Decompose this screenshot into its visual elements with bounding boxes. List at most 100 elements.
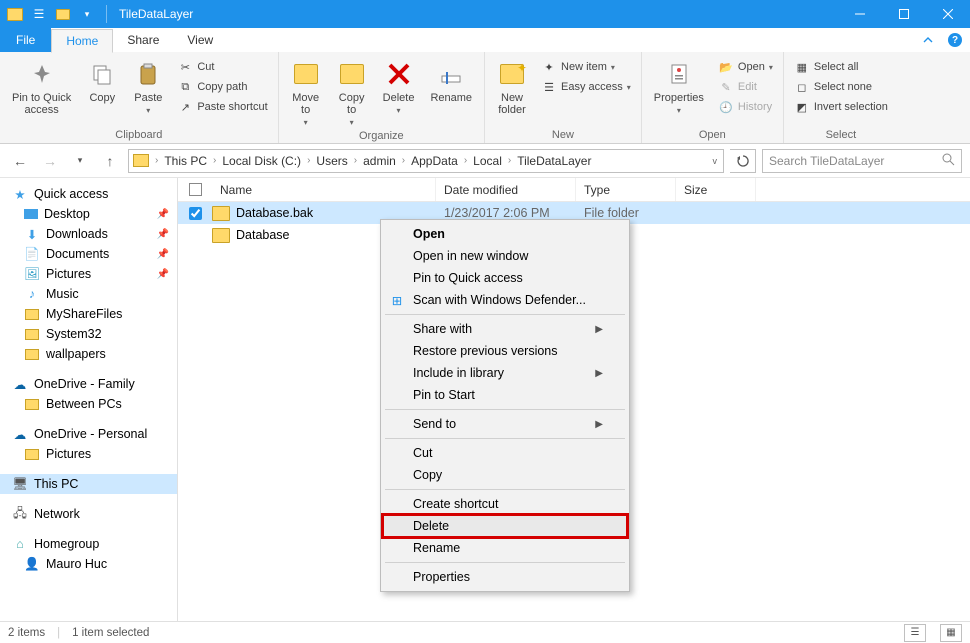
nav-music[interactable]: ♪Music [0,284,177,304]
column-header-這type[interactable]: Type [576,178,676,201]
nav-between-pcs[interactable]: Between PCs [0,394,177,414]
new-item-button[interactable]: ✦New item ▾ [537,58,635,76]
folder-icon [24,347,40,361]
minimize-button[interactable] [838,0,882,28]
help-button[interactable]: ? [948,33,962,47]
ribbon-group-select: ▦Select all ◻Select none ◩Invert selecti… [784,52,898,143]
ctx-open[interactable]: Open [383,223,627,245]
nav-system32[interactable]: System32 [0,324,177,344]
breadcrumb-item[interactable]: Local Disk (C:) [218,154,305,168]
ctx-properties[interactable]: Properties [383,566,627,588]
tab-share[interactable]: Share [113,28,173,52]
row-checkbox[interactable] [189,207,202,220]
nav-this-pc[interactable]: 🖥This PC [0,474,177,494]
nav-downloads[interactable]: ⬇Downloads📌 [0,224,177,244]
breadcrumb[interactable]: › This PC› Local Disk (C:)› Users› admin… [128,149,724,173]
submenu-arrow-icon: ▶ [595,324,603,335]
rename-button[interactable]: Rename [424,56,478,106]
nav-homegroup[interactable]: ⌂Homegroup [0,534,177,554]
copy-to-button[interactable]: Copy to▾ [331,56,373,129]
column-header-size[interactable]: Size [676,178,756,201]
ctx-include-library[interactable]: Include in library▶ [383,362,627,384]
ctx-cut[interactable]: Cut [383,442,627,464]
ribbon-group-label: Open [648,128,777,141]
invert-selection-button[interactable]: ◩Invert selection [790,98,892,116]
tab-file[interactable]: File [0,28,51,52]
forward-button[interactable]: → [38,149,62,173]
ctx-send-to[interactable]: Send to▶ [383,413,627,435]
nav-mauro-huc[interactable]: 👤Mauro Huc [0,554,177,574]
ctx-copy[interactable]: Copy [383,464,627,486]
column-header-date[interactable]: Date modified [436,178,576,201]
history-button[interactable]: 🕘History [714,98,777,116]
ctx-restore-prev[interactable]: Restore previous versions [383,340,627,362]
copy-button[interactable]: Copy [81,56,123,106]
refresh-button[interactable] [730,149,756,173]
folder-icon [24,397,40,411]
breadcrumb-item[interactable]: This PC [160,154,211,168]
copy-path-button[interactable]: ⧉Copy path [173,78,271,96]
back-button[interactable]: ← [8,149,32,173]
move-to-button[interactable]: Move to▾ [285,56,327,129]
search-input[interactable]: Search TileDataLayer [762,149,962,173]
qat-dropdown-icon[interactable]: ▾ [76,3,98,25]
window-title: TileDataLayer [119,7,193,21]
ctx-pin-start[interactable]: Pin to Start [383,384,627,406]
column-header-row: Name Date modified Type Size [178,178,970,202]
select-none-button[interactable]: ◻Select none [790,78,892,96]
ctx-rename[interactable]: Rename [383,537,627,559]
breadcrumb-item[interactable]: Users [312,154,351,168]
ribbon-group-open: Properties▾ 📂Open ▾ ✎Edit 🕘History Open [642,52,784,143]
edit-button[interactable]: ✎Edit [714,78,777,96]
maximize-button[interactable] [882,0,926,28]
select-all-button[interactable]: ▦Select all [790,58,892,76]
ctx-scan-defender[interactable]: ⊞Scan with Windows Defender... [383,289,627,311]
nav-pictures-2[interactable]: Pictures [0,444,177,464]
easy-access-button[interactable]: ☰Easy access ▾ [537,78,635,96]
star-icon: ★ [12,187,28,201]
qat-properties-icon[interactable]: ☰ [28,3,50,25]
breadcrumb-item[interactable]: AppData [407,154,462,168]
nav-quick-access[interactable]: ★Quick access [0,184,177,204]
thumbnails-view-button[interactable]: ▦ [940,624,962,642]
ctx-delete[interactable]: Delete [383,515,627,537]
column-header-name[interactable]: Name [212,178,436,201]
up-button[interactable]: ↑ [98,149,122,173]
tab-view[interactable]: View [173,28,227,52]
details-view-button[interactable]: ☰ [904,624,926,642]
ctx-pin-quick-access[interactable]: Pin to Quick access [383,267,627,289]
select-all-checkbox[interactable] [189,183,202,196]
breadcrumb-item[interactable]: Local [469,154,506,168]
easy-access-icon: ☰ [541,79,557,95]
nav-documents[interactable]: 📄Documents📌 [0,244,177,264]
paste-shortcut-button[interactable]: ↗Paste shortcut [173,98,271,116]
qat-new-folder-icon[interactable] [52,3,74,25]
qat-folder-icon[interactable] [4,3,26,25]
nav-wallpapers[interactable]: wallpapers [0,344,177,364]
properties-button[interactable]: Properties▾ [648,56,710,117]
ribbon: Pin to Quick access Copy Paste ▾ ✂Cut ⧉C… [0,52,970,144]
nav-network[interactable]: 🖧Network [0,504,177,524]
paste-button[interactable]: Paste ▾ [127,56,169,117]
breadcrumb-item[interactable]: TileDataLayer [513,154,595,168]
ctx-share-with[interactable]: Share with▶ [383,318,627,340]
ctx-open-new-window[interactable]: Open in new window [383,245,627,267]
new-folder-button[interactable]: ✦ New folder [491,56,533,118]
nav-onedrive-personal[interactable]: ☁OneDrive - Personal [0,424,177,444]
nav-desktop[interactable]: Desktop📌 [0,204,177,224]
nav-mysharefiles[interactable]: MyShareFiles [0,304,177,324]
network-icon: 🖧 [12,507,28,521]
open-button[interactable]: 📂Open ▾ [714,58,777,76]
recent-locations-button[interactable]: ▾ [68,149,92,173]
close-button[interactable] [926,0,970,28]
breadcrumb-item[interactable]: admin [359,154,400,168]
ribbon-collapse-button[interactable] [916,28,940,52]
documents-icon: 📄 [24,247,40,261]
nav-pictures[interactable]: 🖼Pictures📌 [0,264,177,284]
nav-onedrive-family[interactable]: ☁OneDrive - Family [0,374,177,394]
tab-home[interactable]: Home [51,29,113,53]
ctx-create-shortcut[interactable]: Create shortcut [383,493,627,515]
cut-button[interactable]: ✂Cut [173,58,271,76]
delete-button[interactable]: Delete▾ [377,56,421,117]
pin-to-quick-access-button[interactable]: Pin to Quick access [6,56,77,118]
